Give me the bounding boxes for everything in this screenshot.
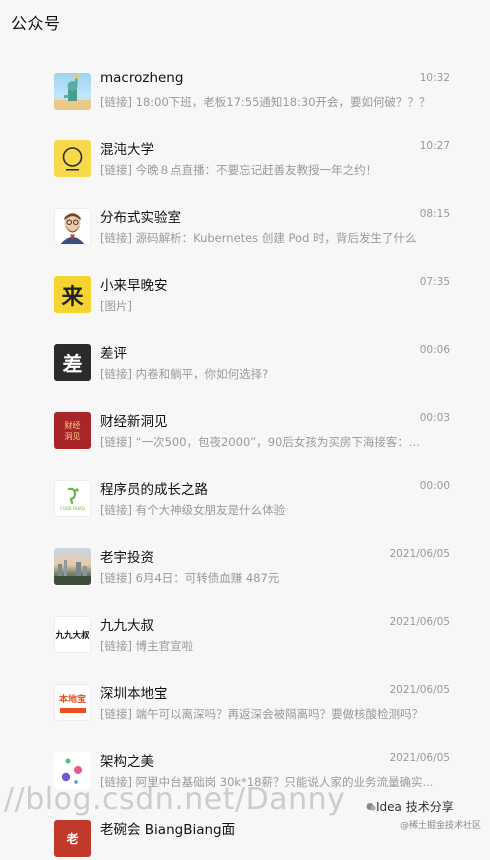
statue-avatar-icon	[54, 73, 91, 110]
caijing-logo-icon: 财经洞见	[54, 412, 91, 449]
avatar-text: 财经洞见	[64, 420, 81, 441]
item-message: [链接] 阿里中台基础岗 30k*18薪？只能说人家的业务流量确实...	[100, 775, 434, 789]
item-message: [链接] “一次500，包夜2000”，90后女孩为买房下海接客：...	[100, 435, 420, 449]
item-time: 00:03	[419, 412, 450, 424]
item-name: 老宇投资	[100, 550, 154, 566]
item-name: 财经新洞见	[100, 414, 168, 430]
avatar-text: 老	[66, 832, 79, 846]
item-name: 分布式实验室	[100, 210, 181, 226]
chaping-logo-icon: 差	[54, 344, 91, 381]
hundun-logo-icon	[54, 140, 91, 177]
item-time: 00:00	[419, 480, 450, 492]
item-message: [链接] 端午可以离深吗？再返深会被隔离吗？要做核酸检测吗？	[100, 707, 424, 721]
item-name: macrozheng	[100, 70, 184, 86]
item-message: [链接] 博主官宣啦	[100, 639, 194, 653]
item-message: [链接] 今晚８点直播：不要忘记赶善友教授一年之约！	[100, 163, 378, 177]
list-item[interactable]: 财经洞见 财经新洞见 00:03 [链接] “一次500，包夜2000”，90后…	[0, 384, 490, 453]
item-time: 2021/06/05	[389, 752, 450, 764]
list-item[interactable]: 九九大叔 九九大叔 2021/06/05 [链接] 博主官宣啦	[0, 588, 490, 657]
item-message: [链接] 18:00下班，老板17:55通知18:30开会，要如何破？？？	[100, 95, 431, 109]
item-time: 10:32	[419, 72, 450, 84]
dots-logo-icon	[54, 752, 91, 789]
item-name: 小来早晚安	[100, 278, 168, 294]
item-time: 10:27	[419, 140, 450, 152]
list-item[interactable]: CODE ROAD 程序员的成长之路 00:00 [链接] 有个大神级女朋友是什…	[0, 452, 490, 521]
laowan-logo-icon: 老	[54, 820, 91, 857]
avatar-text: 来	[61, 284, 84, 310]
item-time: 08:15	[419, 208, 450, 220]
item-time: 00:06	[419, 344, 450, 356]
bendibao-logo-icon: 本地宝	[54, 684, 91, 721]
lai-character-icon: 来	[54, 276, 91, 313]
item-message: [图片]	[100, 299, 132, 313]
item-name: 程序员的成长之路	[100, 482, 208, 498]
list-item[interactable]: 分布式实验室 08:15 [链接] 源码解析：Kubernetes 创建 Pod…	[0, 180, 490, 249]
subscription-list: macrozheng 10:32 [链接] 18:00下班，老板17:55通知1…	[0, 44, 490, 860]
item-message: [链接] 内卷和躺平，你如何选择?	[100, 367, 269, 381]
item-time: 2021/06/05	[389, 616, 450, 628]
avatar-text: 本地宝	[58, 695, 86, 705]
jiujiu-logo-icon: 九九大叔	[54, 616, 91, 653]
avatar-text: 差	[62, 352, 83, 376]
item-message: [链接] 有个大神级女朋友是什么体验	[100, 503, 286, 517]
item-message: [链接] 6月4日：可转债血赚 487元	[100, 571, 280, 585]
avatar-text: CODE ROAD	[60, 506, 85, 511]
code-road-logo-icon: CODE ROAD	[54, 480, 91, 517]
list-item[interactable]: macrozheng 10:32 [链接] 18:00下班，老板17:55通知1…	[0, 44, 490, 113]
item-name: 老碗会 BiangBiang面	[100, 822, 236, 838]
item-time: 07:35	[419, 276, 450, 288]
list-item[interactable]: 差 差评 00:06 [链接] 内卷和躺平，你如何选择?	[0, 316, 490, 385]
orange-bar-icon	[59, 708, 86, 713]
list-item[interactable]: 架构之美 2021/06/05 [链接] 阿里中台基础岗 30k*18薪？只能说…	[0, 724, 490, 793]
item-name: 混沌大学	[100, 142, 154, 158]
list-item[interactable]: 混沌大学 10:27 [链接] 今晚８点直播：不要忘记赶善友教授一年之约！	[0, 112, 490, 181]
item-name: 架构之美	[100, 754, 154, 770]
item-name: 九九大叔	[100, 618, 154, 634]
top-bar: 公众号	[0, 0, 490, 44]
item-time: 2021/06/05	[389, 684, 450, 696]
item-message: [链接] 源码解析：Kubernetes 创建 Pod 时，背后发生了什么	[100, 231, 417, 245]
list-item[interactable]: 本地宝 深圳本地宝 2021/06/05 [链接] 端午可以离深吗？再返深会被隔…	[0, 656, 490, 725]
item-time: 2021/06/05	[389, 548, 450, 560]
list-item[interactable]: 老宇投资 2021/06/05 [链接] 6月4日：可转债血赚 487元	[0, 520, 490, 589]
page-title: 公众号	[11, 14, 61, 33]
item-name: 差评	[100, 346, 127, 362]
list-item[interactable]: 老 老碗会 BiangBiang面	[0, 792, 490, 860]
item-name: 深圳本地宝	[100, 686, 168, 702]
avatar-text: 九九大叔	[55, 630, 90, 641]
bearded-man-avatar-icon	[54, 208, 91, 245]
city-photo-avatar-icon	[54, 548, 91, 585]
list-item[interactable]: 来 小来早晚安 07:35 [图片]	[0, 248, 490, 317]
